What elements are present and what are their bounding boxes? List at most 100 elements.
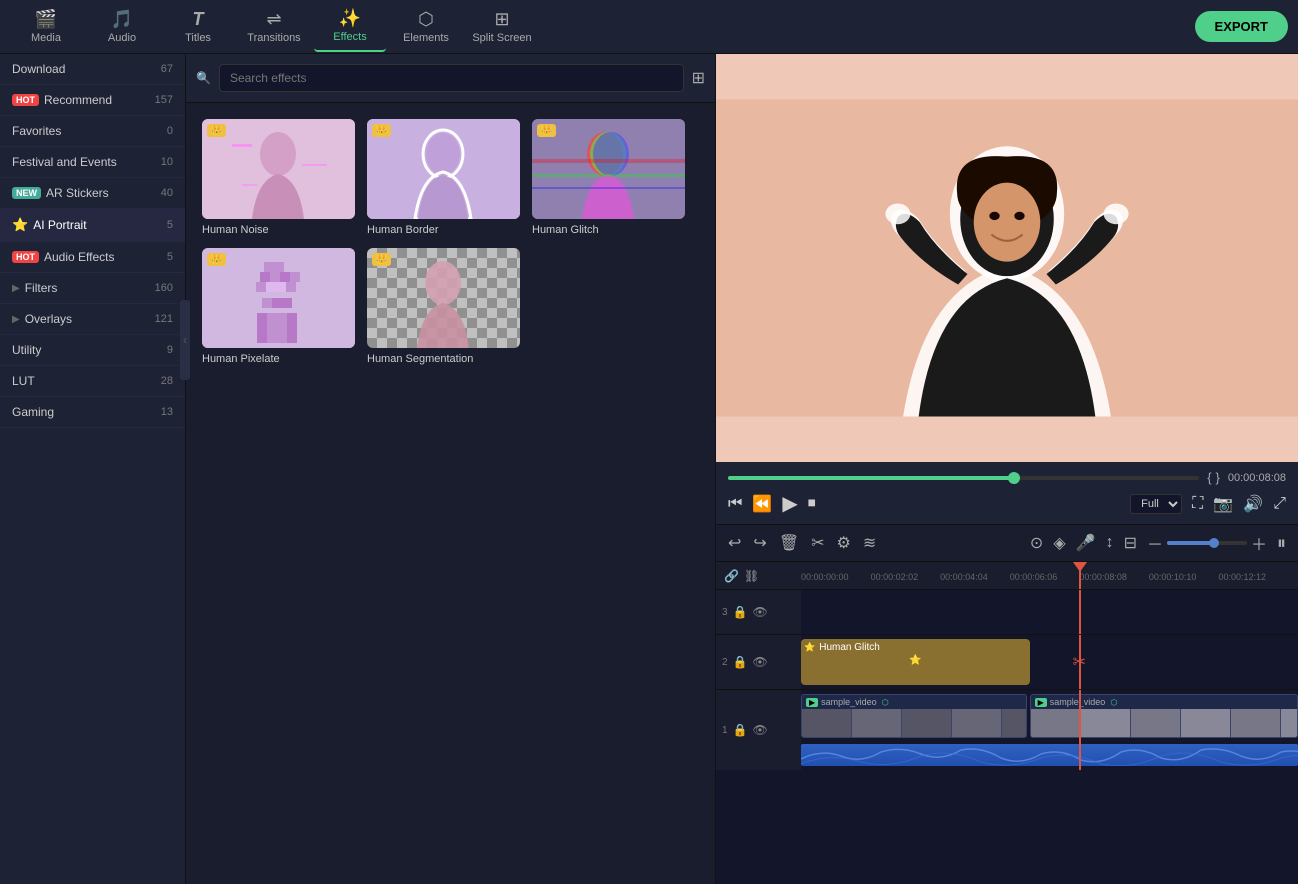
eye-icon-1[interactable]: 👁 [753,723,768,737]
sidebar-item-ai-portrait[interactable]: ⭐ AI Portrait 5 [0,209,185,242]
ruler-spacer: 🔗 ⛓ [716,562,801,589]
playhead-track3 [1079,590,1081,634]
sidebar-item-lut[interactable]: LUT 28 [0,366,185,397]
nav-titles-label: Titles [185,32,211,44]
effect-human-border[interactable]: 👑 Human Border [367,119,520,236]
track-controls-2: 2 🔒 👁 [716,635,801,689]
main-layout: Download 67 HOT Recommend 157 Favorites … [0,54,1298,884]
nav-titles[interactable]: T Titles [162,2,234,52]
quality-select[interactable]: Full 1/2 1/4 [1130,494,1182,514]
bracket-start[interactable]: { [1207,470,1211,485]
effect-human-noise[interactable]: 👑 Human Noise [202,119,355,236]
effect-human-glitch[interactable]: 👑 Human Glitch [532,119,685,236]
effect-name-human-pixelate: Human Pixelate [202,353,355,365]
nav-transitions[interactable]: ⇌ Transitions [238,2,310,52]
lock-icon-2[interactable]: 🔒 [733,655,748,669]
timeline-tool-3[interactable]: 🎤 [1076,533,1096,553]
delete-button[interactable]: 🗑 [779,533,799,553]
cut-button[interactable]: ✂ [811,533,824,553]
timeline-tool-2[interactable]: ◈ [1053,533,1065,553]
zoom-in-button[interactable]: ＋ [1251,531,1267,555]
lock-icon-3[interactable]: 🔒 [733,605,748,619]
track-number-1: 1 [722,725,728,736]
volume-button[interactable]: 🔊 [1243,494,1263,514]
sidebar-item-favorites[interactable]: Favorites 0 [0,116,185,147]
screenshot-button[interactable]: 📷 [1213,494,1233,514]
sidebar-item-festival[interactable]: Festival and Events 10 [0,147,185,178]
sidebar-item-download[interactable]: Download 67 [0,54,185,85]
timeline-tool-5[interactable]: ⊟ [1124,533,1137,553]
nav-splitscreen-label: Split Screen [472,32,531,44]
effects-grid: 👑 Human Noise 👑 [186,103,715,381]
zoom-slider[interactable] [1167,541,1247,545]
eye-icon-3[interactable]: 👁 [753,605,768,619]
crown-badge-segmentation: 👑 [372,253,391,266]
thumb-frame [1002,709,1026,737]
video-effect-badge-1: ⬡ [882,698,889,707]
resize-handle[interactable]: ‹ [180,300,186,380]
video-clip-2[interactable]: ▶ sample_video ⬡ [1030,694,1298,738]
bracket-end[interactable]: } [1216,470,1220,485]
effect-thumb-human-segmentation: 👑 [367,248,520,348]
sidebar-item-overlays[interactable]: ▶ Overlays 121 [0,304,185,335]
video-clip-1[interactable]: ▶ sample_video ⬡ [801,694,1027,738]
sidebar-item-filters[interactable]: ▶ Filters 160 [0,273,185,304]
chain-icon[interactable]: ⛓ [744,569,759,583]
nav-audio[interactable]: 🎵 Audio [86,2,158,52]
lock-icon-1[interactable]: 🔒 [733,723,748,737]
sidebar-item-gaming[interactable]: Gaming 13 [0,397,185,428]
thumb-frame-2 [1081,709,1131,737]
ruler-mark-3: 00:00:06:06 [1010,572,1058,582]
grid-toggle-icon[interactable]: ⊞ [692,68,705,88]
track-number-2: 2 [722,657,728,668]
nav-media[interactable]: 🎬 Media [10,2,82,52]
clip-star-icon: ⭐ [804,642,815,653]
timeline-tool-1[interactable]: ⊙ [1030,533,1043,553]
playhead-track1 [1079,690,1081,770]
track-content-3 [801,590,1298,634]
arrow-icon-overlays: ▶ [12,314,20,325]
zoom-out-button[interactable]: － [1147,531,1163,555]
play-button[interactable]: ▶ [782,491,797,516]
zoom-handle[interactable] [1209,538,1219,548]
clip-star-row: ⭐ [909,655,921,666]
track-row-3: 3 🔒 👁 [716,590,1298,635]
sidebar-item-recommend[interactable]: HOT Recommend 157 [0,85,185,116]
audio-icon: 🎵 [111,9,133,30]
eye-icon-2[interactable]: 👁 [753,655,768,669]
crown-badge-pixelate: 👑 [207,253,226,266]
effect-name-human-glitch: Human Glitch [532,224,685,236]
nav-elements[interactable]: ⬡ Elements [390,2,462,52]
redo-button[interactable]: ↪ [753,533,766,553]
splitscreen-icon: ⊞ [494,9,509,30]
timeline-body: 3 🔒 👁 2 🔒 👁 [716,590,1298,884]
effect-name-human-border: Human Border [367,224,520,236]
undo-button[interactable]: ↩ [728,533,741,553]
timeline-pause-button[interactable]: ⏸ [1277,533,1286,554]
stop-button[interactable]: ⏹ [808,495,816,513]
audio-waveform [801,744,1298,766]
ruler-mark-2: 00:00:04:04 [940,572,988,582]
fullscreen-button[interactable]: ⛶ [1192,495,1203,513]
effect-human-pixelate[interactable]: 👑 [202,248,355,365]
sidebar-item-utility[interactable]: Utility 9 [0,335,185,366]
video-badge-2: ▶ [1035,698,1047,707]
adjust-button[interactable]: ⚙ [837,533,851,553]
link-icon[interactable]: 🔗 [724,569,739,583]
sidebar-item-audio-effects[interactable]: HOT Audio Effects 5 [0,242,185,273]
progress-bar[interactable] [728,476,1199,480]
effect-human-segmentation[interactable]: 👑 Human Segmentation [367,248,520,365]
nav-splitscreen[interactable]: ⊞ Split Screen [466,2,538,52]
ruler-mark-1: 00:00:02:02 [871,572,919,582]
nav-effects[interactable]: ✨ Effects [314,2,386,52]
effect-clip-human-glitch[interactable]: ⭐ Human Glitch ⭐ [801,639,1030,685]
timeline-tool-4[interactable]: ↕ [1106,534,1114,552]
export-button[interactable]: EXPORT [1195,11,1288,42]
skip-back-button[interactable]: ⏮ [728,495,742,513]
step-back-button[interactable]: ⏪ [752,494,772,514]
expand-button[interactable]: ⤢ [1273,495,1286,513]
timeline: ↩ ↪ 🗑 ✂ ⚙ ≋ ⊙ ◈ 🎤 ↕ ⊟ － [716,524,1298,884]
search-input[interactable] [219,64,684,92]
audio-waveform-button[interactable]: ≋ [863,533,876,553]
sidebar-item-ar-stickers[interactable]: NEW AR Stickers 40 [0,178,185,209]
